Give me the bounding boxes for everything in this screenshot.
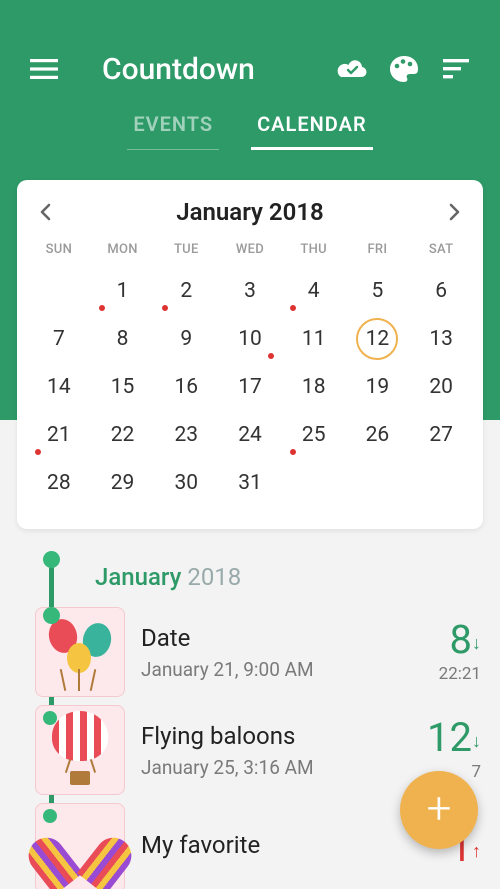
countdown-number: 12↓ [393, 718, 481, 758]
menu-icon[interactable] [18, 58, 70, 80]
calendar-day [346, 459, 410, 507]
add-event-fab[interactable]: + [400, 771, 478, 849]
calendar-day[interactable]: 17 [218, 363, 282, 411]
event-title: My favorite [141, 831, 383, 859]
calendar-dow: FRI [346, 236, 410, 267]
calendar-day[interactable]: 10 [218, 315, 282, 363]
calendar-day [282, 459, 346, 507]
calendar-day[interactable]: 26 [346, 411, 410, 459]
calendar-day[interactable]: 7 [27, 315, 91, 363]
cloud-sync-icon[interactable] [326, 57, 378, 81]
calendar-day[interactable]: 30 [154, 459, 218, 507]
calendar-day[interactable]: 16 [154, 363, 218, 411]
calendar-day[interactable]: 20 [409, 363, 473, 411]
calendar-grid: SUNMONTUEWEDTHUFRISAT1234567891011121314… [27, 236, 473, 507]
calendar-day[interactable]: 21 [27, 411, 91, 459]
calendar-day[interactable]: 22 [91, 411, 155, 459]
event-subtitle: January 21, 9:00 AM [141, 658, 383, 681]
calendar-dow: WED [218, 236, 282, 267]
calendar-day[interactable]: 13 [409, 315, 473, 363]
countdown-time: 22:21 [393, 664, 481, 684]
event-countdown: 8↓ 22:21 [393, 620, 483, 684]
next-month-button[interactable] [447, 203, 463, 221]
event-text: My favorite [125, 831, 393, 865]
plus-icon: + [427, 786, 452, 830]
event-title: Date [141, 624, 383, 652]
event-text: Flying baloons January 25, 3:16 AM [125, 722, 393, 779]
calendar-day[interactable]: 12 [346, 315, 410, 363]
timeline-node [43, 711, 57, 725]
event-subtitle: January 25, 3:16 AM [141, 756, 383, 779]
event-title: Flying baloons [141, 722, 383, 750]
prev-month-button[interactable] [37, 203, 53, 221]
calendar-day [27, 267, 91, 315]
calendar-day[interactable]: 27 [409, 411, 473, 459]
tab-bar: EVENTS CALENDAR [0, 110, 500, 168]
tab-events[interactable]: EVENTS [127, 110, 219, 150]
calendar-day[interactable]: 6 [409, 267, 473, 315]
calendar-day[interactable]: 19 [346, 363, 410, 411]
tab-calendar[interactable]: CALENDAR [251, 110, 373, 150]
timeline-node [43, 551, 60, 568]
calendar-day[interactable]: 3 [218, 267, 282, 315]
calendar-dow: TUE [154, 236, 218, 267]
calendar-day[interactable]: 4 [282, 267, 346, 315]
timeline-month-label: January 2018 [95, 555, 483, 607]
calendar-day[interactable]: 8 [91, 315, 155, 363]
calendar-day[interactable]: 23 [154, 411, 218, 459]
palette-icon[interactable] [378, 54, 430, 84]
timeline-node [43, 809, 57, 823]
calendar-card: January 2018 SUNMONTUEWEDTHUFRISAT123456… [17, 180, 483, 529]
event-row[interactable]: Date January 21, 9:00 AM 8↓ 22:21 [35, 607, 483, 697]
calendar-day [409, 459, 473, 507]
calendar-dow: THU [282, 236, 346, 267]
calendar-day[interactable]: 14 [27, 363, 91, 411]
calendar-day[interactable]: 9 [154, 315, 218, 363]
calendar-day[interactable]: 1 [91, 267, 155, 315]
calendar-day[interactable]: 31 [218, 459, 282, 507]
event-text: Date January 21, 9:00 AM [125, 624, 393, 681]
calendar-day[interactable]: 29 [91, 459, 155, 507]
calendar-day[interactable]: 25 [282, 411, 346, 459]
countdown-number: 8↓ [393, 620, 481, 660]
calendar-day[interactable]: 15 [91, 363, 155, 411]
app-title: Countdown [102, 52, 326, 87]
app-bar-top: Countdown [0, 0, 500, 110]
calendar-day[interactable]: 11 [282, 315, 346, 363]
calendar-day[interactable]: 18 [282, 363, 346, 411]
sort-icon[interactable] [430, 59, 482, 79]
calendar-header: January 2018 [27, 198, 473, 236]
timeline-node [43, 607, 60, 624]
calendar-dow: SAT [409, 236, 473, 267]
calendar-day[interactable]: 24 [218, 411, 282, 459]
calendar-day[interactable]: 5 [346, 267, 410, 315]
calendar-day[interactable]: 2 [154, 267, 218, 315]
timeline-year: 2018 [187, 563, 241, 591]
calendar-day[interactable]: 28 [27, 459, 91, 507]
calendar-dow: MON [91, 236, 155, 267]
timeline-month: January [95, 563, 181, 591]
calendar-dow: SUN [27, 236, 91, 267]
calendar-month-label: January 2018 [176, 198, 324, 226]
